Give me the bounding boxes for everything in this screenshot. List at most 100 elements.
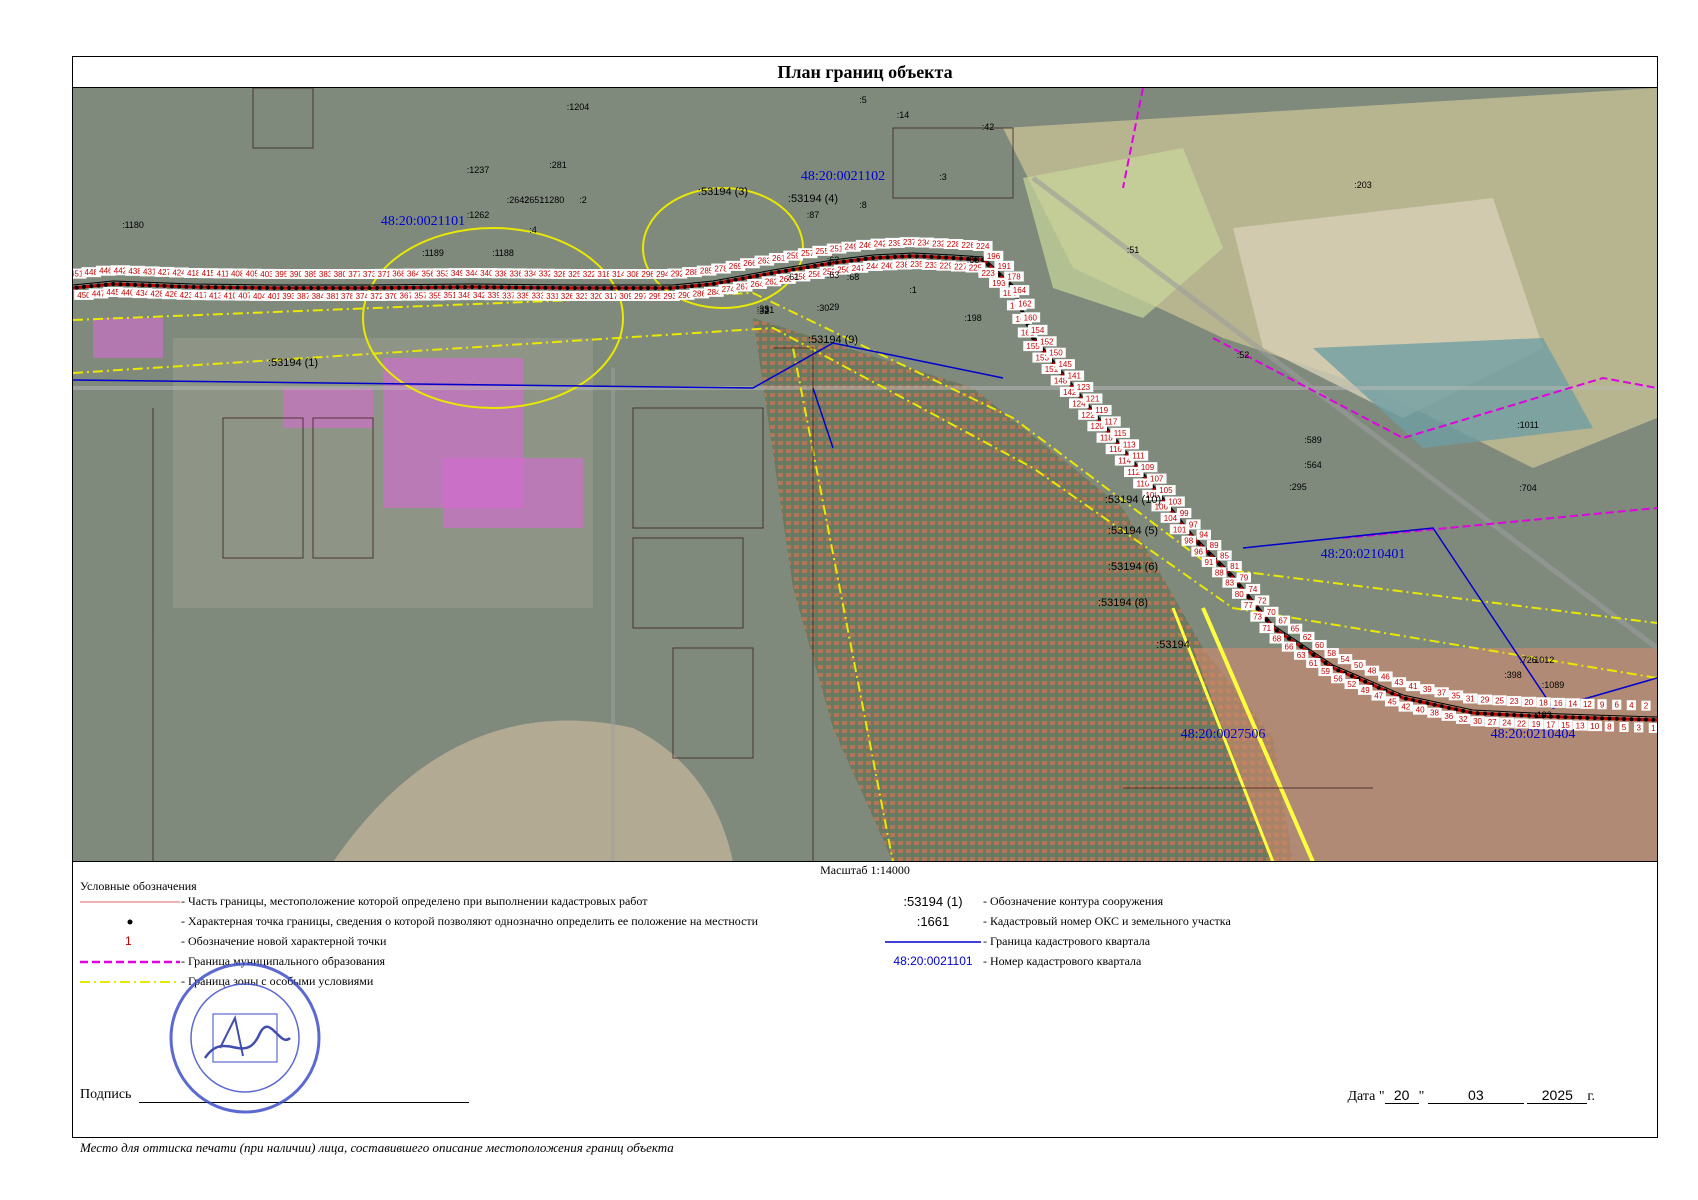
boundary-point[interactable] bbox=[631, 286, 636, 290]
boundary-point[interactable] bbox=[206, 285, 211, 290]
boundary-point[interactable] bbox=[1468, 710, 1473, 715]
boundary-point[interactable] bbox=[1206, 551, 1211, 556]
boundary-point[interactable] bbox=[594, 286, 599, 290]
boundary-point[interactable] bbox=[550, 285, 555, 290]
boundary-point[interactable] bbox=[1461, 708, 1466, 713]
boundary-point[interactable] bbox=[558, 285, 563, 290]
boundary-point[interactable] bbox=[624, 286, 629, 290]
boundary-point[interactable] bbox=[470, 285, 475, 290]
boundary-point[interactable] bbox=[958, 256, 963, 261]
boundary-point[interactable] bbox=[1475, 711, 1480, 716]
boundary-point[interactable] bbox=[907, 254, 912, 259]
boundary-point[interactable] bbox=[264, 285, 269, 290]
boundary-point[interactable] bbox=[1363, 679, 1368, 684]
boundary-point[interactable] bbox=[125, 282, 130, 287]
boundary-point[interactable] bbox=[1592, 716, 1597, 721]
boundary-point[interactable] bbox=[426, 285, 431, 290]
boundary-point[interactable] bbox=[1376, 685, 1381, 690]
boundary-point[interactable] bbox=[769, 271, 774, 276]
boundary-point[interactable] bbox=[697, 283, 702, 288]
boundary-point[interactable] bbox=[1264, 618, 1269, 623]
boundary-point[interactable] bbox=[184, 284, 189, 289]
boundary-point[interactable] bbox=[929, 254, 934, 259]
boundary-point[interactable] bbox=[448, 285, 453, 290]
boundary-point[interactable] bbox=[936, 255, 941, 260]
boundary-point[interactable] bbox=[1237, 583, 1242, 588]
boundary-point[interactable] bbox=[506, 285, 511, 290]
boundary-point[interactable] bbox=[1425, 701, 1430, 706]
boundary-point[interactable] bbox=[74, 285, 79, 290]
boundary-point[interactable] bbox=[235, 285, 240, 290]
boundary-point[interactable] bbox=[543, 285, 548, 290]
boundary-point[interactable] bbox=[1556, 714, 1561, 719]
boundary-point[interactable] bbox=[1418, 699, 1423, 704]
boundary-point[interactable] bbox=[609, 286, 614, 290]
boundary-point[interactable] bbox=[856, 257, 861, 262]
boundary-point[interactable] bbox=[986, 262, 991, 267]
boundary-point[interactable] bbox=[155, 283, 160, 288]
boundary-point[interactable] bbox=[878, 255, 883, 260]
boundary-point[interactable] bbox=[870, 256, 875, 261]
boundary-point[interactable] bbox=[213, 285, 218, 290]
boundary-point[interactable] bbox=[1482, 711, 1487, 716]
boundary-point[interactable] bbox=[951, 256, 956, 261]
boundary-point[interactable] bbox=[89, 284, 94, 289]
boundary-point[interactable] bbox=[682, 284, 687, 289]
boundary-point[interactable] bbox=[279, 286, 284, 290]
boundary-point[interactable] bbox=[572, 286, 577, 290]
boundary-point[interactable] bbox=[118, 282, 123, 287]
boundary-point[interactable] bbox=[755, 273, 760, 278]
boundary-point[interactable] bbox=[1349, 674, 1354, 679]
boundary-point[interactable] bbox=[740, 276, 745, 281]
boundary-point[interactable] bbox=[1246, 595, 1251, 600]
boundary-point[interactable] bbox=[294, 286, 299, 290]
boundary-point[interactable] bbox=[411, 285, 416, 290]
boundary-point[interactable] bbox=[704, 282, 709, 287]
boundary-point[interactable] bbox=[1196, 541, 1201, 546]
boundary-point[interactable] bbox=[308, 286, 313, 290]
boundary-point[interactable] bbox=[286, 286, 291, 290]
boundary-point[interactable] bbox=[892, 254, 897, 259]
boundary-point[interactable] bbox=[177, 284, 182, 289]
boundary-point[interactable] bbox=[820, 262, 825, 267]
boundary-point[interactable] bbox=[352, 286, 357, 290]
boundary-point[interactable] bbox=[140, 283, 145, 288]
boundary-point[interactable] bbox=[220, 285, 225, 290]
boundary-point[interactable] bbox=[747, 275, 752, 280]
boundary-point[interactable] bbox=[1217, 562, 1222, 567]
boundary-point[interactable] bbox=[587, 286, 592, 290]
boundary-point[interactable] bbox=[440, 285, 445, 290]
boundary-point[interactable] bbox=[1563, 715, 1568, 720]
boundary-point[interactable] bbox=[455, 285, 460, 290]
boundary-point[interactable] bbox=[528, 285, 533, 290]
boundary-point[interactable] bbox=[418, 285, 423, 290]
boundary-point[interactable] bbox=[1439, 704, 1444, 709]
boundary-point[interactable] bbox=[1512, 713, 1517, 718]
boundary-point[interactable] bbox=[660, 286, 665, 290]
date-month[interactable]: 03 bbox=[1427, 1087, 1524, 1104]
boundary-point[interactable] bbox=[616, 286, 621, 290]
boundary-point[interactable] bbox=[1274, 628, 1279, 633]
boundary-point[interactable] bbox=[675, 285, 680, 290]
boundary-point[interactable] bbox=[1497, 712, 1502, 717]
boundary-point[interactable] bbox=[900, 254, 905, 259]
boundary-point[interactable] bbox=[602, 286, 607, 290]
boundary-point[interactable] bbox=[849, 258, 854, 263]
boundary-point[interactable] bbox=[1629, 717, 1634, 722]
boundary-point[interactable] bbox=[1336, 668, 1341, 673]
boundary-point[interactable] bbox=[1299, 644, 1304, 649]
boundary-point[interactable] bbox=[147, 283, 152, 288]
boundary-point[interactable] bbox=[638, 286, 643, 290]
boundary-point[interactable] bbox=[776, 270, 781, 275]
boundary-point[interactable] bbox=[922, 254, 927, 259]
boundary-point[interactable] bbox=[323, 286, 328, 290]
boundary-point[interactable] bbox=[885, 255, 890, 260]
boundary-point[interactable] bbox=[1504, 712, 1509, 717]
boundary-point[interactable] bbox=[242, 285, 247, 290]
boundary-point[interactable] bbox=[1255, 606, 1260, 611]
boundary-point[interactable] bbox=[668, 286, 673, 290]
boundary-point[interactable] bbox=[96, 283, 101, 288]
boundary-point[interactable] bbox=[863, 256, 868, 261]
boundary-point[interactable] bbox=[396, 285, 401, 290]
boundary-point[interactable] bbox=[360, 286, 365, 290]
